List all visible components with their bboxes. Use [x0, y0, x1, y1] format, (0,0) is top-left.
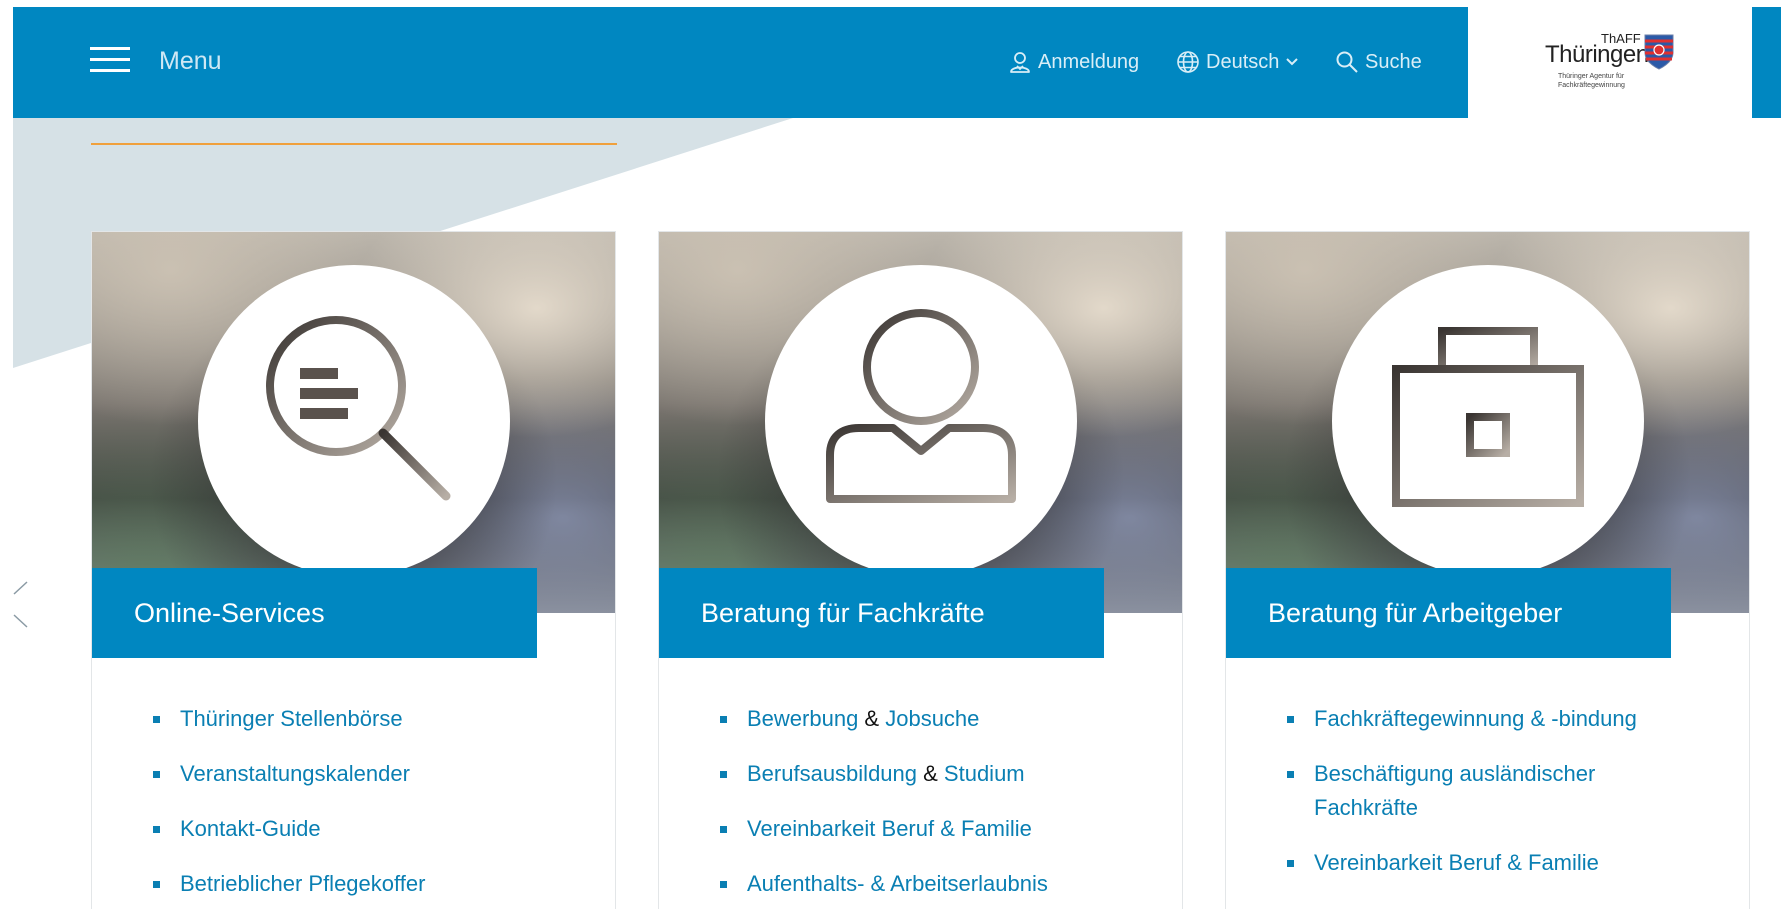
link-fachkraeftegewinnung[interactable]: Fachkräftegewinnung & -bindung: [1314, 706, 1637, 731]
list-item: Thüringer Stellenbörse: [152, 702, 592, 736]
site-header: Menu Anmeldung Deutsch Suche: [13, 7, 1468, 118]
link-vereinbarkeit-arbeitgeber[interactable]: Vereinbarkeit Beruf & Familie: [1314, 850, 1599, 875]
link-studium[interactable]: Studium: [944, 761, 1025, 786]
list-item: Betrieblicher Pflegekoffer: [152, 867, 592, 901]
link-aufenthalt[interactable]: Aufenthalts- & Arbeitserlaubnis: [747, 871, 1048, 896]
link-bewerbung[interactable]: Bewerbung: [747, 706, 858, 731]
card-online-services: Online-Services Thüringer Stellenbörse V…: [91, 231, 616, 909]
list-item: Vereinbarkeit Beruf & Familie: [719, 812, 1159, 846]
magnifier-icon: [266, 316, 451, 501]
search-link[interactable]: Suche: [1335, 47, 1422, 77]
briefcase-icon: [1392, 327, 1584, 507]
link-stellenboerse[interactable]: Thüringer Stellenbörse: [180, 706, 403, 731]
side-tab[interactable]: [1752, 7, 1781, 118]
language-selector[interactable]: Deutsch: [1176, 47, 1299, 77]
link-jobsuche[interactable]: Jobsuche: [885, 706, 979, 731]
link-berufsausbildung[interactable]: Berufsausbildung: [747, 761, 917, 786]
list-item: Aufenthalts- & Arbeitserlaubnis: [719, 867, 1159, 901]
login-link[interactable]: Anmeldung: [1008, 47, 1139, 77]
menu-button[interactable]: Menu: [159, 47, 222, 76]
card-link-list: Thüringer Stellenbörse Veranstaltungskal…: [152, 702, 592, 922]
left-edge: [0, 0, 13, 908]
chevron-down-icon: [1286, 58, 1299, 66]
list-item: Kontakt-Guide: [152, 812, 592, 846]
link-beschaeftigung-auslaendischer[interactable]: Beschäftigung ausländischer Fachkräfte: [1314, 761, 1595, 820]
orange-divider: [91, 143, 617, 145]
card-icon-circle: [198, 265, 510, 577]
list-item: Vereinbarkeit Beruf & Familie: [1286, 846, 1726, 880]
card-beratung-arbeitgeber: Beratung für Arbeitgeber Fachkräftegewin…: [1225, 231, 1750, 909]
card-icon-circle: [1332, 265, 1644, 577]
globe-icon: [1177, 51, 1199, 73]
card-title-beratung-fachkraefte[interactable]: Beratung für Fachkräfte: [659, 568, 1104, 658]
ampersand: &: [858, 706, 886, 731]
list-item: Bewerbung & Jobsuche: [719, 702, 1159, 736]
login-label: Anmeldung: [1038, 50, 1140, 73]
card-title-beratung-arbeitgeber[interactable]: Beratung für Arbeitgeber: [1226, 568, 1671, 658]
link-vereinbarkeit[interactable]: Vereinbarkeit Beruf & Familie: [747, 816, 1032, 841]
hamburger-menu-icon[interactable]: [90, 47, 130, 75]
carousel-arrows-icon[interactable]: [12, 580, 28, 630]
card-link-list: Bewerbung & Jobsuche Berufsausbildung & …: [719, 702, 1159, 922]
person-icon: [826, 309, 1016, 503]
card-title-online-services[interactable]: Online-Services: [92, 568, 537, 658]
language-label: Deutsch: [1206, 50, 1280, 73]
list-item: Berufsausbildung & Studium: [719, 757, 1159, 791]
ampersand: &: [917, 761, 944, 786]
list-item: Fachkräftegewinnung & -bindung: [1286, 702, 1726, 736]
coat-of-arms-icon: [1644, 34, 1674, 70]
thaff-logo[interactable]: ThAFF Thüringen Thüringer Agentur für Fa…: [1540, 26, 1680, 96]
list-item: Beschäftigung ausländischer Fachkräfte: [1286, 757, 1726, 825]
search-icon: [1336, 51, 1358, 73]
logo-main-text: Thüringen: [1545, 41, 1649, 68]
link-pflegekoffer[interactable]: Betrieblicher Pflegekoffer: [180, 871, 425, 896]
link-kontakt-guide[interactable]: Kontakt-Guide: [180, 816, 321, 841]
logo-subtitle: Thüringer Agentur für Fachkräftegewinnun…: [1558, 73, 1625, 89]
card-beratung-fachkraefte: Beratung für Fachkräfte Bewerbung & Jobs…: [658, 231, 1183, 909]
search-label: Suche: [1365, 50, 1422, 73]
card-icon-circle: [765, 265, 1077, 577]
link-veranstaltungskalender[interactable]: Veranstaltungskalender: [180, 761, 410, 786]
list-item: Veranstaltungskalender: [152, 757, 592, 791]
card-link-list: Fachkräftegewinnung & -bindung Beschäfti…: [1286, 702, 1726, 901]
user-icon: [1010, 52, 1030, 73]
